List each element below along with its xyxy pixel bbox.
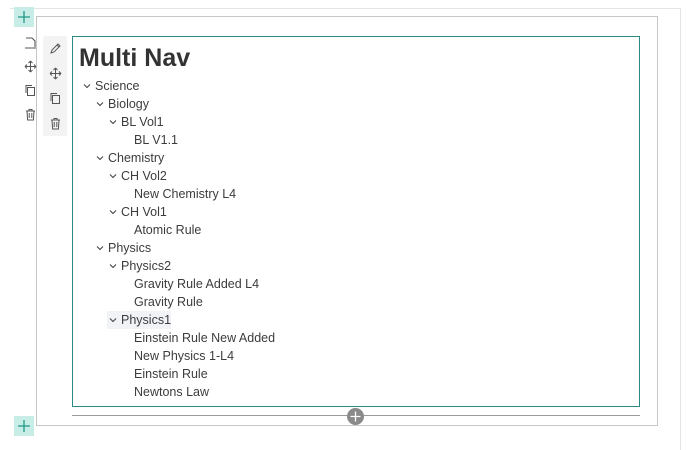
nav-tree-item[interactable]: BL V1.1 bbox=[120, 131, 178, 149]
nav-tree-item-label: Science bbox=[95, 79, 140, 93]
nav-tree-item-label: Physics2 bbox=[121, 259, 172, 273]
nav-tree-item-label: Newtons Law bbox=[134, 385, 210, 399]
nav-tree-item[interactable]: Atomic Rule bbox=[120, 221, 201, 239]
move-icon bbox=[49, 67, 61, 80]
nav-tree-item-label: Gravity Rule Added L4 bbox=[134, 277, 260, 291]
nav-tree-item[interactable]: Physics bbox=[94, 239, 151, 257]
nav-tree-item-label: Einstein Rule bbox=[134, 367, 208, 381]
add-section-below-button[interactable] bbox=[14, 416, 34, 436]
nav-tree-item[interactable]: Newtons Law bbox=[120, 383, 209, 401]
move-icon bbox=[24, 60, 37, 72]
nav-tree-item-label: BL V1.1 bbox=[134, 133, 179, 147]
add-component-below-button[interactable] bbox=[347, 408, 364, 425]
nav-tree-item-label: Einstein Rule New Added bbox=[134, 331, 276, 345]
edit-icon bbox=[25, 36, 36, 49]
chevron-down-icon[interactable] bbox=[107, 203, 119, 221]
top-divider bbox=[10, 8, 680, 9]
nav-title: Multi Nav bbox=[79, 44, 191, 72]
chevron-down-icon[interactable] bbox=[107, 167, 119, 185]
chevron-down-icon[interactable] bbox=[107, 311, 119, 329]
nav-tree-item-label: Biology bbox=[108, 97, 149, 111]
nav-tree-item[interactable]: New Physics 1-L4 bbox=[120, 347, 234, 365]
nav-tree-item-label: Gravity Rule bbox=[134, 295, 203, 309]
nav-tree-item-label: New Physics 1-L4 bbox=[134, 349, 235, 363]
edit-icon bbox=[49, 43, 61, 54]
nav-tree-item[interactable]: New Chemistry L4 bbox=[120, 185, 236, 203]
chevron-down-icon[interactable] bbox=[94, 239, 106, 257]
nav-tree-item[interactable]: Einstein Rule New Added bbox=[120, 329, 275, 347]
page-scroll-edge bbox=[680, 8, 681, 450]
nav-tree-item-label: CH Vol1 bbox=[121, 205, 167, 219]
copy-icon bbox=[25, 84, 35, 96]
add-section-above-button[interactable] bbox=[14, 7, 34, 27]
plus-icon bbox=[18, 420, 30, 432]
nav-tree-item-label: Physics1 bbox=[121, 313, 172, 327]
nav-tree-item-label: CH Vol2 bbox=[121, 169, 167, 183]
delete-button[interactable] bbox=[43, 111, 67, 136]
edit-button[interactable] bbox=[43, 36, 67, 61]
nav-tree-item[interactable]: Physics2 bbox=[107, 257, 171, 275]
copy-button[interactable] bbox=[43, 86, 67, 111]
nav-tree-item-label: BL Vol1 bbox=[121, 115, 164, 129]
nav-tree-item[interactable]: Science bbox=[81, 77, 139, 95]
nav-tree-item-label: Atomic Rule bbox=[134, 223, 202, 237]
nav-tree-item-label: Physics bbox=[108, 241, 152, 255]
nav-tree-item[interactable]: CH Vol1 bbox=[107, 203, 167, 221]
move-button[interactable] bbox=[43, 61, 67, 86]
nav-tree-item-label: Chemistry bbox=[108, 151, 165, 165]
chevron-down-icon[interactable] bbox=[107, 257, 119, 275]
multi-nav-component[interactable]: Multi Nav Science Biology BL Vol1 BL V1.1 Ch… bbox=[72, 36, 640, 407]
chevron-down-icon[interactable] bbox=[107, 113, 119, 131]
nav-tree-item[interactable]: Gravity Rule Added L4 bbox=[120, 275, 259, 293]
plus-icon bbox=[18, 11, 30, 23]
nav-tree-item[interactable]: Gravity Rule bbox=[120, 293, 203, 311]
copy-icon bbox=[50, 93, 60, 104]
nav-component-toolbar bbox=[43, 36, 67, 136]
nav-tree-item-label: New Chemistry L4 bbox=[134, 187, 237, 201]
plus-icon bbox=[350, 411, 361, 422]
nav-tree-item[interactable]: Chemistry bbox=[94, 149, 164, 167]
chevron-down-icon[interactable] bbox=[94, 149, 106, 167]
nav-tree-item[interactable]: CH Vol2 bbox=[107, 167, 167, 185]
chevron-down-icon[interactable] bbox=[81, 77, 93, 95]
nav-tree-item[interactable]: Einstein Rule bbox=[120, 365, 208, 383]
delete-icon bbox=[50, 118, 60, 130]
nav-tree-item[interactable]: Physics1 bbox=[107, 311, 172, 329]
nav-tree-item[interactable]: BL Vol1 bbox=[107, 113, 164, 131]
nav-tree-item[interactable]: Biology bbox=[94, 95, 149, 113]
delete-icon bbox=[26, 108, 35, 120]
chevron-down-icon[interactable] bbox=[94, 95, 106, 113]
